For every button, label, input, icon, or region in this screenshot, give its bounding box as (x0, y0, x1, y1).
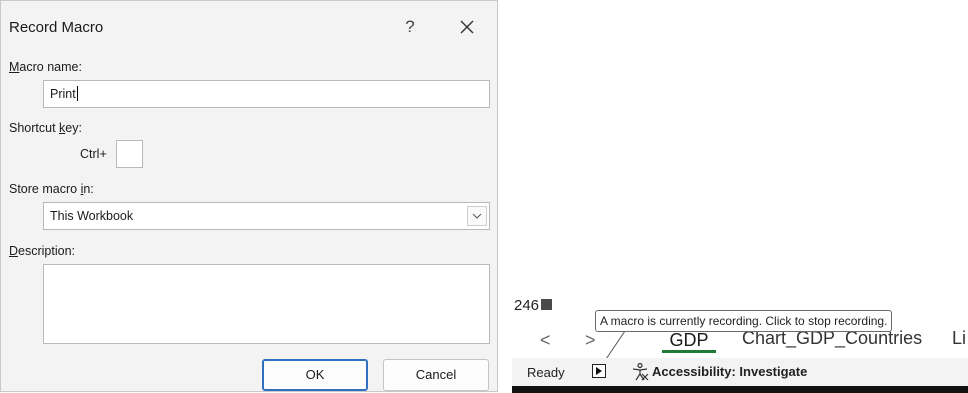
close-icon (460, 20, 474, 34)
macro-recording-tooltip: A macro is currently recording. Click to… (595, 310, 893, 332)
description-textarea[interactable] (43, 264, 490, 344)
description-label: Description: (9, 244, 76, 258)
taskbar-edge (512, 386, 968, 393)
dialog-title: Record Macro (9, 19, 104, 36)
sheet-tab-gdp[interactable]: GDP (658, 330, 720, 352)
ctrl-prefix-label: Ctrl+ (80, 147, 107, 161)
macro-name-label: Macro name: (9, 60, 82, 74)
chevron-down-icon (472, 213, 482, 219)
cell-value: 246 (514, 297, 553, 314)
cell-fill-block (541, 299, 553, 310)
shortcut-key-label: Shortcut key: (9, 121, 82, 135)
macro-recording-button[interactable] (592, 364, 606, 378)
sheet-prev-button[interactable]: < (540, 330, 551, 351)
help-button[interactable]: ? (399, 13, 421, 41)
macro-name-input[interactable]: Print (43, 80, 490, 108)
text-caret (76, 86, 78, 101)
store-macro-value: This Workbook (50, 209, 134, 223)
macro-name-value: Print (50, 87, 76, 101)
active-tab-indicator (662, 350, 716, 353)
cancel-button[interactable]: Cancel (383, 359, 489, 391)
sheet-tab-partial[interactable]: Li (952, 328, 966, 349)
dropdown-button[interactable] (467, 206, 487, 226)
record-macro-dialog: Record Macro ? Macro name: Print Shortcu… (0, 0, 498, 392)
accessibility-icon[interactable] (630, 362, 650, 382)
ok-button[interactable]: OK (262, 359, 368, 391)
shortcut-key-input[interactable] (116, 140, 143, 168)
close-button[interactable] (453, 13, 481, 41)
screen: Record Macro ? Macro name: Print Shortcu… (0, 0, 968, 393)
sheet-next-button[interactable]: > (585, 330, 596, 351)
status-ready: Ready (527, 365, 565, 380)
store-macro-label: Store macro in: (9, 182, 94, 196)
store-macro-select[interactable]: This Workbook (43, 202, 490, 230)
accessibility-status[interactable]: Accessibility: Investigate (652, 364, 807, 379)
